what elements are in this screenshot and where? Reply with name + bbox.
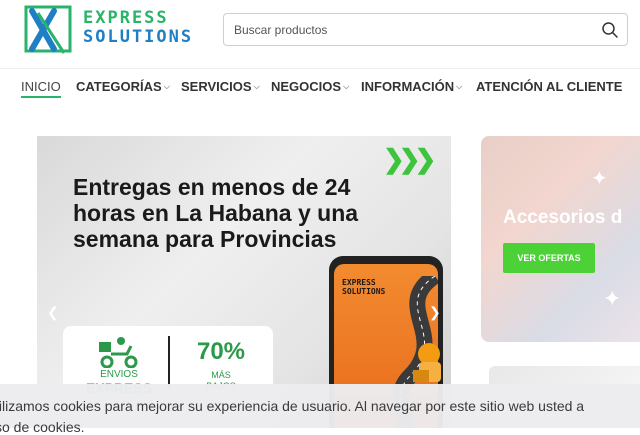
nav-item-servicios[interactable]: SERVICIOS ⌵ bbox=[181, 79, 260, 94]
phone-logo-line-2: SOLUTIONS bbox=[342, 287, 386, 296]
nav-label: INFORMACIÓN bbox=[361, 79, 455, 94]
nav-item-categorias[interactable]: CATEGORÍAS ⌵ bbox=[76, 79, 170, 94]
side-banner[interactable]: ✦ ✦ Accesorios d VER OFERTAS bbox=[481, 136, 640, 342]
search-icon[interactable] bbox=[601, 21, 619, 39]
card-percent: 70% bbox=[196, 338, 246, 365]
delivery-scooter-icon bbox=[99, 337, 138, 368]
chevron-down-icon: ⌵ bbox=[253, 82, 260, 91]
nav-label: CATEGORÍAS bbox=[76, 79, 162, 94]
chevron-left-icon[interactable]: ❮ bbox=[47, 304, 59, 321]
main-nav: INICIO CATEGORÍAS ⌵ SERVICIOS ⌵ NEGOCIOS ⌵ … bbox=[0, 79, 640, 99]
header-divider bbox=[0, 68, 640, 69]
nav-item-inicio[interactable]: INICIO bbox=[21, 79, 61, 98]
card-divider bbox=[168, 336, 170, 388]
logo-line-2: SOLUTIONS bbox=[83, 27, 194, 47]
card-envios-text: ENVIOS bbox=[100, 369, 138, 380]
sparkle-icon: ✦ bbox=[603, 286, 622, 311]
brand-logo[interactable]: EXPRESS SOLUTIONS bbox=[24, 5, 214, 55]
search-input[interactable] bbox=[234, 14, 584, 45]
phone-logo-line-1: EXPRESS bbox=[342, 278, 376, 287]
nav-label: ATENCIÓN AL CLIENTE bbox=[476, 79, 623, 94]
nav-label: SERVICIOS bbox=[181, 79, 252, 94]
logo-x-icon bbox=[24, 5, 72, 54]
chevron-right-icon[interactable]: ❯ bbox=[429, 304, 441, 321]
chevron-down-icon: ⌵ bbox=[163, 82, 170, 91]
side-banner-title: Accesorios d bbox=[503, 207, 623, 228]
cookie-banner: tilizamos cookies para mejorar su experi… bbox=[0, 384, 640, 435]
search-bar bbox=[223, 13, 628, 46]
chevron-down-icon: ⌵ bbox=[456, 82, 463, 91]
logo-line-1: EXPRESS bbox=[83, 8, 169, 28]
sparkle-icon: ✦ bbox=[591, 168, 608, 190]
logo-text: EXPRESS SOLUTIONS bbox=[83, 9, 193, 47]
site-header: EXPRESS SOLUTIONS bbox=[0, 0, 640, 68]
nav-label: INICIO bbox=[21, 79, 61, 94]
cookie-text-line-1: tilizamos cookies para mejorar su experi… bbox=[0, 398, 585, 414]
cookie-text-line-2: so de cookies. bbox=[0, 419, 85, 435]
hero-title: Entregas en menos de 24 horas en La Haba… bbox=[73, 174, 359, 252]
phone-logo: EXPRESS SOLUTIONS bbox=[342, 278, 385, 296]
card-mas-text: MÁS bbox=[211, 370, 231, 380]
nav-item-informacion[interactable]: INFORMACIÓN ⌵ bbox=[361, 79, 462, 94]
courier-image bbox=[413, 343, 441, 382]
nav-item-atencion-al-cliente[interactable]: ATENCIÓN AL CLIENTE bbox=[476, 79, 622, 94]
nav-label: NEGOCIOS bbox=[271, 79, 342, 94]
arrows-icon: ❯❯❯ bbox=[383, 144, 436, 174]
nav-item-negocios[interactable]: NEGOCIOS ⌵ bbox=[271, 79, 349, 94]
ver-ofertas-button[interactable]: VER OFERTAS bbox=[503, 243, 595, 273]
chevron-down-icon: ⌵ bbox=[343, 82, 350, 91]
